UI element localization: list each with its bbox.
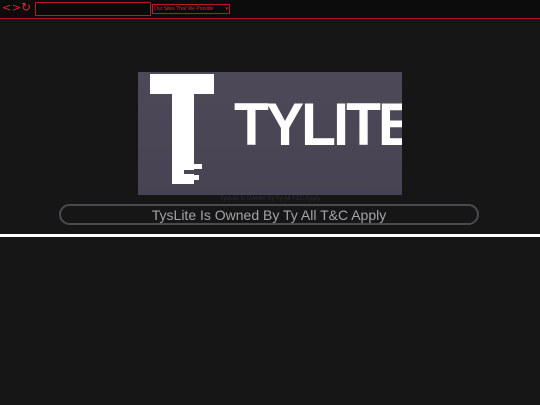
site-select-value: Our Sites That We Provide (154, 6, 214, 12)
reload-button[interactable]: ↻ (21, 0, 31, 14)
ownership-banner: TysLite Is Owned By Ty All T&C Apply (59, 204, 479, 225)
chevron-down-icon: ▾ (225, 6, 228, 12)
content-frame (0, 237, 540, 405)
back-button[interactable]: < (2, 1, 11, 15)
hero-logo-banner: TYLITE (138, 72, 402, 195)
browser-toolbar: < > ↻ Our Sites That We Provide ▾ (0, 0, 540, 19)
hero-caption: TysLite Is Owned By Ty All T&C Apply (219, 196, 321, 202)
url-input[interactable] (35, 2, 151, 16)
forward-button[interactable]: > (12, 1, 21, 15)
logo-wordmark: TYLITE (234, 91, 402, 158)
site-select[interactable]: Our Sites That We Provide ▾ (152, 4, 230, 14)
